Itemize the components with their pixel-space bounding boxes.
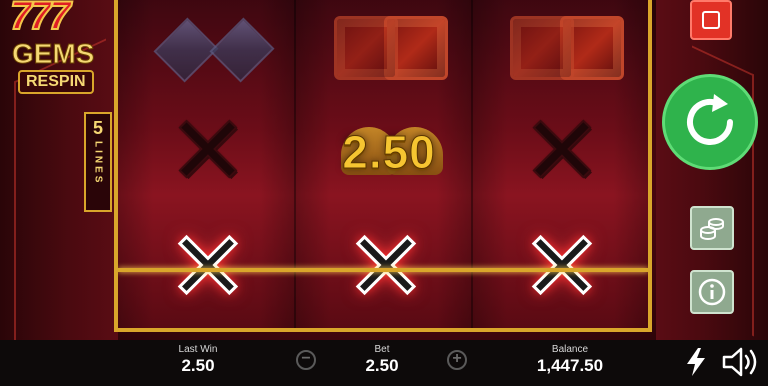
balance-stat: Balance 1,447.50 xyxy=(520,344,620,376)
x-symbol-win: ✕ xyxy=(336,211,436,323)
info-icon xyxy=(698,278,726,306)
increase-bet-button[interactable]: + xyxy=(447,350,467,370)
stop-button[interactable] xyxy=(690,0,732,40)
bet-value: 2.50 xyxy=(365,356,399,375)
spin-button[interactable] xyxy=(662,74,758,170)
win-amount-display: 2.50 xyxy=(314,122,464,182)
spin-icon xyxy=(687,94,733,145)
x-symbol-win: ✕ xyxy=(512,211,612,323)
stop-icon xyxy=(702,11,720,29)
logo-word-respin: RESPIN xyxy=(18,70,94,94)
red-gem-icon xyxy=(334,16,398,80)
game-logo: 777 GEMS RESPIN xyxy=(8,0,108,96)
info-button[interactable] xyxy=(690,270,734,314)
red-gem-icon xyxy=(510,16,574,80)
balance-value: 1,447.50 xyxy=(536,356,604,375)
x-symbol-win: ✕ xyxy=(158,211,258,323)
reels-frame: ✕ 2.50 ✕ ✕ ✕ ✕ xyxy=(114,0,652,332)
purple-gem-symbol xyxy=(153,17,275,83)
last-win-value: 2.50 xyxy=(181,356,215,375)
logo-word-gems: GEMS xyxy=(11,38,95,70)
game-background: 777 GEMS RESPIN 5 LINES ✕ 2.50 ✕ ✕ ✕ ✕ xyxy=(0,0,768,340)
win-amount: 2.50 xyxy=(342,126,436,179)
red-gem-symbol xyxy=(326,12,456,84)
x-mark-highlighted: ✕ xyxy=(520,211,603,323)
last-win-label: Last Win xyxy=(178,344,218,355)
last-win-stat: Last Win 2.50 xyxy=(168,344,228,376)
x-mark-highlighted: ✕ xyxy=(166,211,249,323)
logo-digits: 777 xyxy=(9,0,72,39)
x-mark: ✕ xyxy=(521,95,603,207)
decrease-bet-button[interactable]: − xyxy=(296,350,316,370)
reel-separator xyxy=(471,0,473,328)
x-symbol: ✕ xyxy=(158,95,258,207)
bet-label: Bet xyxy=(374,344,390,355)
x-mark: ✕ xyxy=(167,95,249,207)
red-gem-symbol xyxy=(502,12,632,84)
speaker-icon[interactable] xyxy=(722,346,762,378)
x-mark-highlighted: ✕ xyxy=(344,211,427,323)
balance-label: Balance xyxy=(551,344,589,355)
x-symbol: ✕ xyxy=(512,95,612,207)
bottom-bar: Last Win 2.50 − Bet 2.50 + Balance 1,447… xyxy=(0,340,768,386)
bet-settings-button[interactable] xyxy=(690,206,734,250)
coins-icon xyxy=(700,218,724,240)
lines-badge: 5 LINES xyxy=(84,112,112,212)
purple-gem-icon xyxy=(153,17,219,83)
winning-payline xyxy=(118,268,648,272)
lines-number: 5 xyxy=(92,118,103,138)
turbo-lightning-icon[interactable] xyxy=(684,348,708,376)
reel-separator xyxy=(294,0,296,328)
lines-label: LINES xyxy=(92,141,104,186)
bet-stat: Bet 2.50 xyxy=(354,344,410,376)
